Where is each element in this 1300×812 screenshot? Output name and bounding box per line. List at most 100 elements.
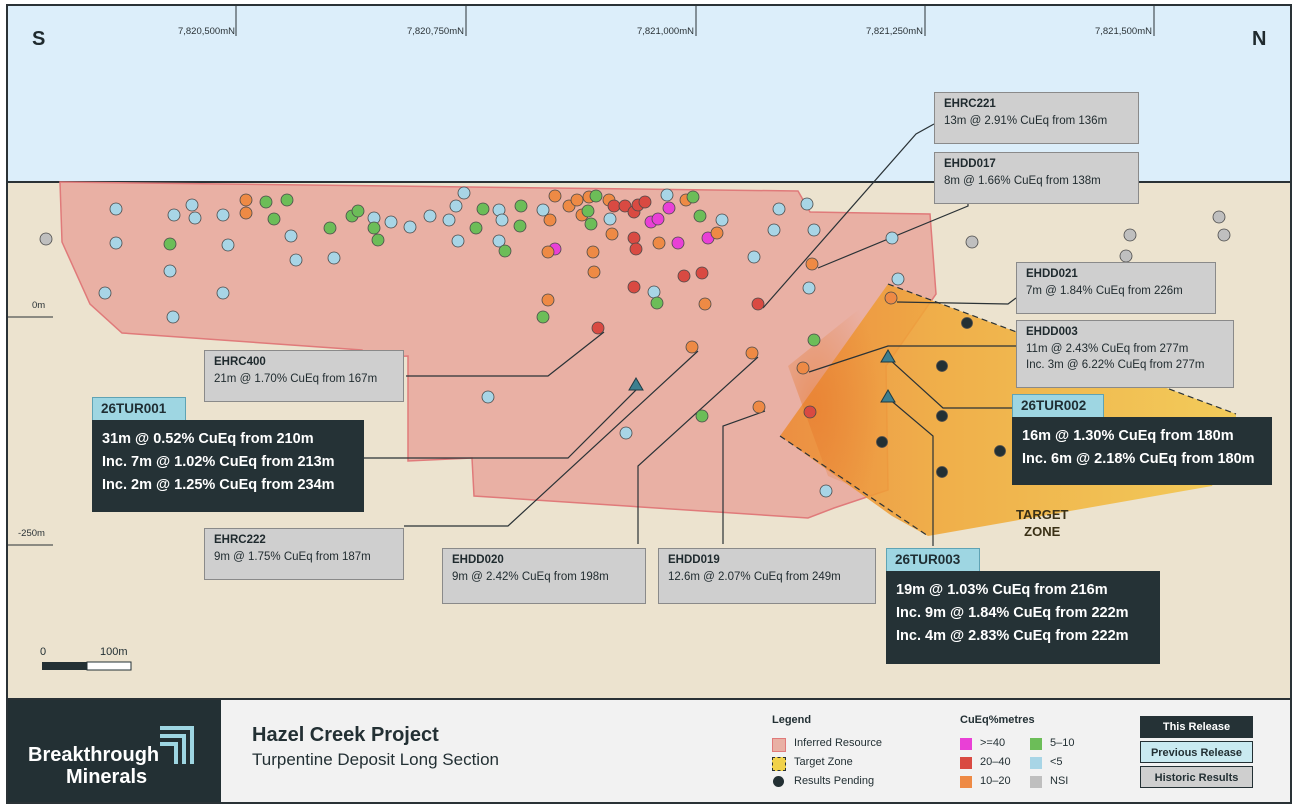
- callout-hole-id: EHRC222: [214, 534, 266, 546]
- drillhole-marker-g5_10: [693, 209, 707, 223]
- drillhole-marker-lt5: [495, 213, 509, 227]
- drillhole-marker-lt5: [188, 211, 202, 225]
- drillhole-marker-lt5: [536, 203, 550, 217]
- company-logo: Breakthrough Minerals: [8, 700, 221, 802]
- callout-ehdd019: EHDD019 12.6m @ 2.07% CuEq from 249m: [658, 548, 876, 604]
- drillhole-marker-lt5: [819, 484, 833, 498]
- drillhole-marker-g5_10: [371, 233, 385, 247]
- northing-label: 7,821,500mN: [1094, 26, 1152, 37]
- drillhole-marker-lt5: [284, 229, 298, 243]
- drillhole-marker-nsi: [39, 232, 53, 246]
- drillhole-marker-g5_10: [367, 221, 381, 235]
- drillhole-marker-g10_20: [652, 236, 666, 250]
- result-line: 16m @ 1.30% CuEq from 180m: [1022, 428, 1234, 444]
- result-line: Inc. 4m @ 2.83% CuEq from 222m: [896, 628, 1129, 644]
- drillhole-marker-lt5: [807, 223, 821, 237]
- drillhole-marker-g5_10: [536, 310, 550, 324]
- drillhole-marker-lt5: [98, 286, 112, 300]
- callout-ehdd003: EHDD003 11m @ 2.43% CuEq from 277m Inc. …: [1016, 320, 1234, 388]
- callout-hole-id: EHDD021: [1026, 268, 1078, 280]
- logo-mark-icon: [160, 726, 194, 764]
- drillhole-marker-lt5: [423, 209, 437, 223]
- grade-swatch-20-40: [960, 757, 972, 769]
- drillhole-marker-g20_40: [803, 405, 817, 419]
- drillhole-marker-g5_10: [695, 409, 709, 423]
- result-line: Inc. 6m @ 2.18% CuEq from 180m: [1022, 451, 1255, 467]
- northing-label: 7,820,500mN: [177, 26, 235, 37]
- grade-item: NSI: [1050, 775, 1069, 787]
- tag-26tur001: 26TUR001: [92, 397, 186, 421]
- drillhole-marker-pending: [936, 466, 948, 478]
- drillhole-marker-g10_20: [541, 245, 555, 259]
- result-26tur001: 31m @ 0.52% CuEq from 210m Inc. 7m @ 1.0…: [92, 420, 364, 512]
- drillhole-marker-g20_40: [627, 280, 641, 294]
- target-zone-swatch: [772, 757, 786, 771]
- drillhole-marker-pending: [994, 445, 1006, 457]
- drillhole-marker-g5_10: [686, 190, 700, 204]
- drillhole-marker-g10_20: [586, 245, 600, 259]
- drillhole-marker-g10_20: [587, 265, 601, 279]
- drillhole-marker-g5_10: [469, 221, 483, 235]
- elevation-label-minus250m: -250m: [18, 528, 45, 539]
- drillhole-marker-g5_10: [581, 204, 595, 218]
- logo-text-line2: Minerals: [66, 766, 148, 788]
- results-pending-swatch: [773, 776, 784, 787]
- drillhole-marker-g5_10: [163, 237, 177, 251]
- footer-panel: Breakthrough Minerals Hazel Creek Projec…: [8, 698, 1290, 802]
- grade-legend-title: CuEq%metres: [960, 714, 1035, 726]
- project-subtitle: Turpentine Deposit Long Section: [252, 750, 499, 769]
- callout-intercept-inc: Inc. 3m @ 6.22% CuEq from 277m: [1026, 359, 1205, 371]
- drillhole-marker-ge40: [651, 212, 665, 226]
- drillhole-marker-nsi: [965, 235, 979, 249]
- drillhole-marker-lt5: [403, 220, 417, 234]
- callout-intercept: 13m @ 2.91% CuEq from 136m: [944, 115, 1108, 127]
- drillhole-marker-ge40: [671, 236, 685, 250]
- drillhole-marker-lt5: [772, 202, 786, 216]
- long-section-figure: S N 7,820,500mN 7,820,750mN 7,821,000mN …: [6, 4, 1292, 804]
- drillhole-marker-g10_20: [745, 346, 759, 360]
- callout-ehrc222: EHRC222 9m @ 1.75% CuEq from 187m: [204, 528, 404, 580]
- drillhole-marker-lt5: [800, 197, 814, 211]
- grade-swatch-lt5: [1030, 757, 1042, 769]
- south-indicator: S: [32, 28, 46, 50]
- drillhole-marker-g10_20: [239, 193, 253, 207]
- drillhole-marker-g20_40: [638, 195, 652, 209]
- grade-item: >=40: [980, 737, 1006, 749]
- drillhole-marker-g20_40: [591, 321, 605, 335]
- drillhole-marker-g5_10: [589, 189, 603, 203]
- drillhole-marker-lt5: [885, 231, 899, 245]
- drillhole-marker-g10_20: [570, 193, 584, 207]
- drillhole-marker-g20_40: [627, 231, 641, 245]
- drillhole-marker-lt5: [660, 188, 674, 202]
- drillhole-marker-g10_20: [805, 257, 819, 271]
- grade-item: 20–40: [980, 756, 1011, 768]
- grade-item: 5–10: [1050, 737, 1075, 749]
- callout-ehdd021: EHDD021 7m @ 1.84% CuEq from 226m: [1016, 262, 1216, 314]
- drillhole-marker-lt5: [109, 202, 123, 216]
- drillhole-marker-nsi: [1123, 228, 1137, 242]
- drillhole-marker-lt5: [289, 253, 303, 267]
- drillhole-marker-g10_20: [541, 293, 555, 307]
- result-26tur002: 16m @ 1.30% CuEq from 180m Inc. 6m @ 2.1…: [1012, 417, 1272, 485]
- drillhole-marker-lt5: [216, 208, 230, 222]
- drillhole-marker-g10_20: [752, 400, 766, 414]
- drillhole-marker-ge40: [662, 201, 676, 215]
- project-title: Hazel Creek Project: [252, 724, 439, 746]
- drillhole-marker-g10_20: [796, 361, 810, 375]
- target-zone-label-line2: ZONE: [1024, 524, 1061, 539]
- grade-swatch-ge40: [960, 738, 972, 750]
- result-line: Inc. 9m @ 1.84% CuEq from 222m: [896, 605, 1129, 621]
- drillhole-marker-pending: [876, 436, 888, 448]
- drillhole-marker-lt5: [481, 390, 495, 404]
- drillhole-marker-nsi: [1119, 249, 1133, 263]
- drillhole-marker-lt5: [109, 236, 123, 250]
- result-line: Inc. 7m @ 1.02% CuEq from 213m: [102, 454, 335, 470]
- target-zone-label: TARGET ZONE: [1016, 506, 1068, 540]
- grade-item: 10–20: [980, 775, 1011, 787]
- callout-hole-id: EHDD003: [1026, 326, 1078, 338]
- northing-label: 7,821,000mN: [636, 26, 694, 37]
- drillhole-marker-g5_10: [498, 244, 512, 258]
- drillhole-marker-lt5: [221, 238, 235, 252]
- callout-ehrc221: EHRC221 13m @ 2.91% CuEq from 136m: [934, 92, 1139, 144]
- drillhole-marker-g20_40: [629, 242, 643, 256]
